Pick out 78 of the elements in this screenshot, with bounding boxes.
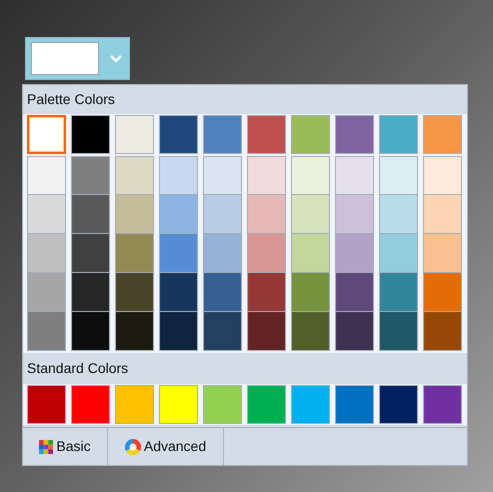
color-swatch[interactable] — [115, 234, 154, 273]
color-swatch[interactable] — [423, 156, 462, 195]
color-swatch[interactable] — [247, 273, 286, 312]
color-swatch[interactable] — [379, 234, 418, 273]
section-title: Palette Colors — [26, 90, 116, 109]
color-swatch[interactable] — [71, 312, 110, 351]
color-swatch[interactable] — [71, 234, 110, 273]
color-swatch[interactable] — [115, 195, 154, 234]
color-swatch[interactable] — [379, 273, 418, 312]
color-swatch[interactable] — [27, 385, 66, 424]
color-swatch[interactable] — [247, 156, 286, 195]
color-swatch[interactable] — [379, 115, 418, 154]
color-swatch[interactable] — [27, 195, 66, 234]
color-swatch[interactable] — [423, 234, 462, 273]
chevron-down-icon — [110, 54, 122, 62]
color-swatch[interactable] — [203, 195, 242, 234]
color-swatch[interactable] — [27, 115, 66, 154]
color-swatch[interactable] — [159, 195, 198, 234]
color-swatch[interactable] — [115, 115, 154, 154]
palette-grid-icon — [39, 440, 54, 454]
color-swatch[interactable] — [379, 385, 418, 424]
mode-tab[interactable]: Advanced — [108, 428, 224, 465]
color-swatch[interactable] — [335, 312, 374, 351]
color-swatch[interactable] — [291, 385, 330, 424]
color-swatch[interactable] — [159, 312, 198, 351]
color-swatch[interactable] — [335, 385, 374, 424]
color-swatch[interactable] — [291, 312, 330, 351]
color-swatch[interactable] — [71, 385, 110, 424]
color-swatch[interactable] — [423, 273, 462, 312]
color-swatch[interactable] — [423, 115, 462, 154]
color-swatch[interactable] — [247, 115, 286, 154]
section-title: Standard Colors — [26, 359, 130, 378]
color-swatch[interactable] — [335, 195, 374, 234]
color-swatch[interactable] — [291, 156, 330, 195]
color-swatch[interactable] — [423, 385, 462, 424]
color-swatch[interactable] — [335, 234, 374, 273]
color-swatch[interactable] — [247, 234, 286, 273]
color-swatch[interactable] — [247, 312, 286, 351]
color-swatch[interactable] — [291, 234, 330, 273]
color-swatch[interactable] — [335, 156, 374, 195]
color-swatch[interactable] — [71, 273, 110, 312]
color-swatch[interactable] — [27, 312, 66, 351]
color-swatch[interactable] — [203, 273, 242, 312]
mode-tab[interactable]: Basic — [23, 428, 108, 465]
color-swatch[interactable] — [203, 115, 242, 154]
color-swatch[interactable] — [115, 156, 154, 195]
color-swatch[interactable] — [335, 273, 374, 312]
color-swatch[interactable] — [115, 385, 154, 424]
color-swatch[interactable] — [203, 312, 242, 351]
color-swatch[interactable] — [423, 312, 462, 351]
color-swatch[interactable] — [159, 234, 198, 273]
color-swatch[interactable] — [27, 234, 66, 273]
color-swatch[interactable] — [203, 234, 242, 273]
color-dropdown-button[interactable] — [25, 37, 130, 80]
color-swatch[interactable] — [247, 385, 286, 424]
color-swatch[interactable] — [71, 156, 110, 195]
color-swatch[interactable] — [379, 195, 418, 234]
color-swatch[interactable] — [159, 273, 198, 312]
color-swatch[interactable] — [71, 115, 110, 154]
color-swatch[interactable] — [159, 115, 198, 154]
color-swatch[interactable] — [159, 156, 198, 195]
color-swatch[interactable] — [291, 115, 330, 154]
color-swatch[interactable] — [291, 195, 330, 234]
color-swatch[interactable] — [159, 385, 198, 424]
color-swatch[interactable] — [423, 195, 462, 234]
color-swatch[interactable] — [379, 156, 418, 195]
color-swatch[interactable] — [203, 385, 242, 424]
color-swatch[interactable] — [71, 195, 110, 234]
color-wheel-icon — [124, 438, 141, 454]
color-swatch[interactable] — [27, 273, 66, 312]
color-swatch[interactable] — [203, 156, 242, 195]
color-swatch[interactable] — [335, 115, 374, 154]
color-swatch[interactable] — [247, 195, 286, 234]
color-swatch[interactable] — [115, 273, 154, 312]
color-swatch[interactable] — [291, 273, 330, 312]
color-swatch[interactable] — [379, 312, 418, 351]
color-swatch[interactable] — [115, 312, 154, 351]
color-swatch[interactable] — [27, 156, 66, 195]
